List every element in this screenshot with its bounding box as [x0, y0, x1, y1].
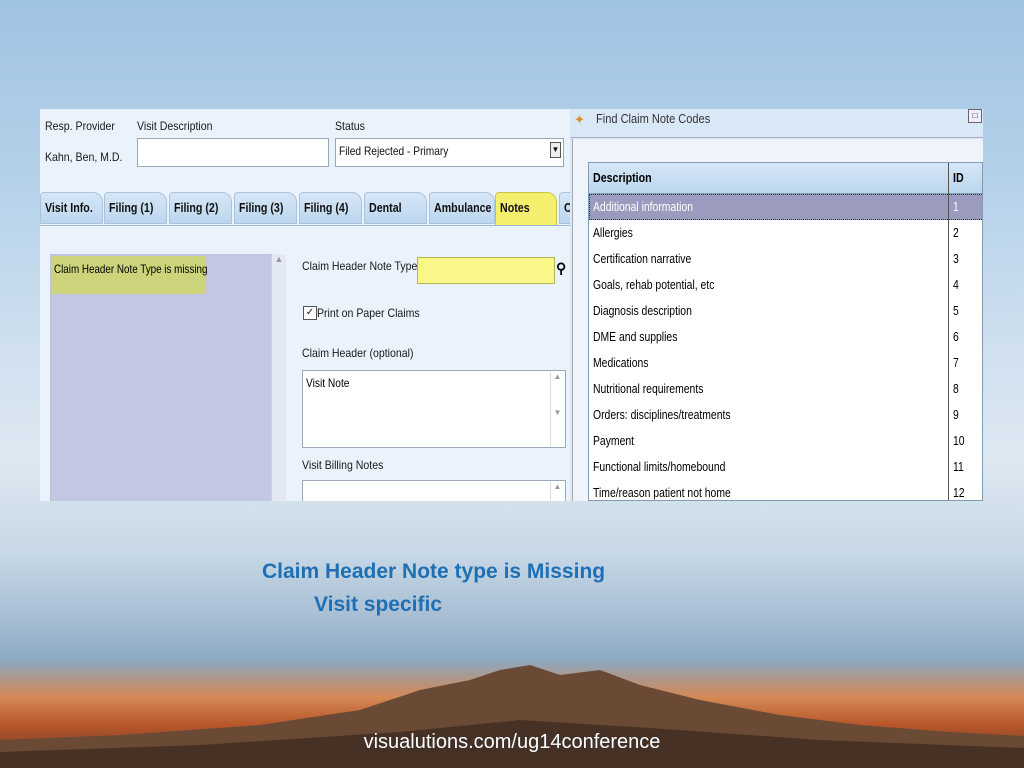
- scroll-arrow-icon[interactable]: ▲: [275, 254, 284, 264]
- print-on-paper-label: Print on Paper Claims: [317, 306, 420, 320]
- row-id: 1: [953, 199, 959, 214]
- slide-footer-url: visualutions.com/ug14conference: [363, 731, 661, 753]
- status-label: Status: [335, 119, 365, 133]
- table-row[interactable]: Allergies 2: [589, 220, 982, 246]
- tab-notes[interactable]: Notes: [495, 192, 557, 226]
- row-description: DME and supplies: [593, 329, 678, 344]
- checkbox-checked-icon[interactable]: ✓: [303, 306, 317, 320]
- visit-window: Resp. Provider Kahn, Ben, M.D. Visit Des…: [40, 109, 571, 501]
- row-id: 11: [953, 459, 964, 474]
- row-id: 4: [953, 277, 959, 292]
- claim-header-textarea[interactable]: Visit Note ▲ ▼: [302, 370, 566, 448]
- row-description: Payment: [593, 433, 635, 448]
- claim-note-codes-grid: Description ID Additional information 1 …: [588, 162, 983, 501]
- row-description: Functional limits/homebound: [593, 459, 726, 474]
- billing-notes-scrollbar[interactable]: ▲: [550, 482, 564, 501]
- table-row[interactable]: Orders: disciplines/treatments 9: [589, 402, 982, 428]
- table-row[interactable]: Certification narrative 3: [589, 246, 982, 272]
- row-id: 10: [953, 433, 965, 448]
- visit-billing-notes-label: Visit Billing Notes: [302, 458, 384, 472]
- table-row[interactable]: Additional information 1: [589, 194, 982, 220]
- tab-filing-3[interactable]: Filing (3): [234, 192, 297, 224]
- row-description: Diagnosis description: [593, 303, 692, 318]
- claim-header-note-type-input[interactable]: [417, 257, 555, 284]
- tab-filing-1[interactable]: Filing (1): [104, 192, 167, 224]
- row-id: 12: [953, 485, 965, 500]
- status-value: Filed Rejected - Primary: [339, 144, 449, 158]
- binoculars-icon[interactable]: ⚲: [556, 260, 566, 277]
- title-separator: [570, 137, 983, 138]
- row-description: Medications: [593, 355, 649, 370]
- visit-billing-notes-textarea[interactable]: ▲: [302, 480, 566, 501]
- tab-filing-4[interactable]: Filing (4): [299, 192, 362, 224]
- row-description: Orders: disciplines/treatments: [593, 407, 731, 422]
- row-id: 5: [953, 303, 959, 318]
- slide-caption-line1: Claim Header Note type is Missing: [262, 560, 606, 583]
- table-row[interactable]: Functional limits/homebound 11: [589, 454, 982, 480]
- table-row[interactable]: Diagnosis description 5: [589, 298, 982, 324]
- tab-filing-2[interactable]: Filing (2): [169, 192, 232, 224]
- tab-ambulance[interactable]: Ambulance: [429, 192, 495, 224]
- status-select[interactable]: Filed Rejected - Primary ▼: [335, 138, 564, 167]
- row-id: 2: [953, 225, 959, 240]
- app-icon: ✦: [574, 112, 585, 127]
- column-header-description[interactable]: Description: [593, 170, 652, 185]
- claim-header-label: Claim Header (optional): [302, 346, 414, 360]
- claim-header-note-type-label: Claim Header Note Type: [302, 259, 418, 273]
- resp-provider-value: Kahn, Ben, M.D.: [45, 150, 123, 164]
- resp-provider-label: Resp. Provider: [45, 119, 115, 133]
- slide-caption-line2: Visit specific: [314, 593, 443, 616]
- table-row[interactable]: Nutritional requirements 8: [589, 376, 982, 402]
- tab-visit-info[interactable]: Visit Info.: [40, 192, 103, 224]
- row-description: Goals, rehab potential, etc: [593, 277, 715, 292]
- row-id: 6: [953, 329, 959, 344]
- message-scrollbar[interactable]: ▲: [271, 254, 286, 501]
- table-row[interactable]: DME and supplies 6: [589, 324, 982, 350]
- row-description: Time/reason patient not home: [593, 485, 731, 500]
- column-separator: [948, 163, 949, 500]
- row-id: 3: [953, 251, 959, 266]
- visit-description-input[interactable]: [137, 138, 329, 167]
- column-header-id[interactable]: ID: [953, 170, 964, 185]
- row-description: Nutritional requirements: [593, 381, 704, 396]
- textarea-scrollbar[interactable]: ▲ ▼: [550, 372, 564, 446]
- table-row[interactable]: Medications 7: [589, 350, 982, 376]
- row-id: 7: [953, 355, 959, 370]
- maximize-icon[interactable]: □: [968, 109, 982, 123]
- visit-description-label: Visit Description: [137, 119, 213, 133]
- table-row[interactable]: Goals, rehab potential, etc 4: [589, 272, 982, 298]
- grid-header: Description ID: [589, 163, 982, 194]
- dialog-title: Find Claim Note Codes: [596, 111, 711, 126]
- row-description: Additional information: [593, 199, 694, 214]
- validation-message[interactable]: Claim Header Note Type is missing: [52, 256, 207, 294]
- tab-dental[interactable]: Dental: [364, 192, 427, 224]
- table-row[interactable]: Payment 10: [589, 428, 982, 454]
- dropdown-arrow-icon[interactable]: ▼: [550, 142, 561, 158]
- tab-strip: Visit Info. Filing (1) Filing (2) Filing…: [40, 192, 570, 226]
- row-description: Allergies: [593, 225, 633, 240]
- validation-message-list: Claim Header Note Type is missing: [50, 254, 286, 501]
- row-id: 9: [953, 407, 959, 422]
- tab-divider: [40, 225, 570, 226]
- row-id: 8: [953, 381, 959, 396]
- row-description: Certification narrative: [593, 251, 692, 266]
- table-row[interactable]: Time/reason patient not home 12: [589, 480, 982, 500]
- find-claim-note-codes-dialog: ✦ Find Claim Note Codes □ Description ID…: [570, 109, 983, 501]
